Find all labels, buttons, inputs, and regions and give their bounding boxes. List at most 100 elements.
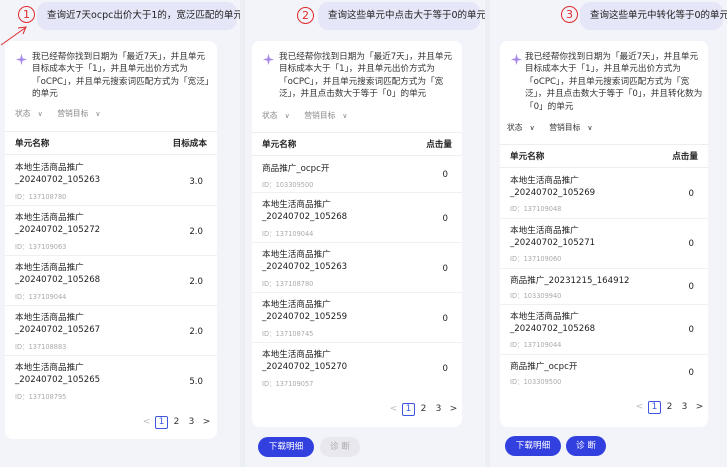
clicks-value: 0: [442, 214, 448, 224]
table-row[interactable]: 本地生活商品推广_20240702_105270 ID：137109057 0: [252, 343, 462, 393]
unit-id: ID：137109057: [262, 380, 314, 388]
user-query-bubble: 查询这些单元中点击大于等于0的单元: [318, 2, 485, 30]
filter-bar: 状态 ∨ 营销目标 ∨: [15, 108, 113, 119]
clicks-value: 0: [688, 368, 694, 378]
unit-id: ID：137108745: [262, 330, 314, 338]
column-header-clicks: 点击量: [426, 140, 452, 150]
unit-id: ID：137109044: [510, 341, 562, 349]
filter-status[interactable]: 状态 ∨: [262, 111, 296, 120]
chevron-down-icon: ∨: [37, 110, 43, 118]
column-header-target-cost: 目标成本: [172, 139, 207, 149]
target-cost-value: 2.0: [189, 327, 203, 337]
filter-marketing-goal[interactable]: 营销目标 ∨: [549, 123, 598, 132]
page-2-button[interactable]: 2: [663, 402, 676, 412]
sparkle-icon: [510, 53, 523, 66]
pagination: <1 2 3 >: [140, 416, 215, 429]
prev-page-button[interactable]: <: [387, 404, 400, 414]
assistant-answer-text: 我已经帮你找到日期为「最近7天」，并且单元目标成本大于「1」，并且单元出价方式为…: [279, 52, 453, 100]
page-1-button[interactable]: 1: [155, 416, 168, 429]
unit-id: ID：137108795: [15, 393, 67, 401]
clicks-value: 0: [688, 325, 694, 335]
table-row[interactable]: 本地生活商品推广_20240702_105259 ID：137108745 0: [252, 293, 462, 343]
unit-name: 本地生活商品推广_20240702_105268: [262, 200, 348, 222]
table-row[interactable]: 本地生活商品推广_20240702_105263 ID：137108780 0: [252, 243, 462, 293]
unit-id: ID：137109060: [510, 255, 562, 263]
unit-id: ID：103309500: [510, 378, 562, 386]
diagnose-button[interactable]: 诊 断: [320, 437, 360, 457]
unit-id: ID：137109044: [262, 230, 314, 238]
unit-name: 商品推广_ocpc开: [262, 164, 330, 174]
assistant-answer-card: 我已经帮你找到日期为「最近7天」，并且单元目标成本大于「1」，并且单元出价方式为…: [252, 41, 462, 427]
download-details-button[interactable]: 下载明细: [258, 437, 314, 457]
sparkle-icon: [15, 53, 28, 66]
step-number-badge: 2: [297, 7, 314, 24]
user-query-bubble: 查询近7天ocpc出价大于1的，宽泛匹配的单元: [37, 2, 240, 30]
unit-id: ID：137108780: [262, 280, 314, 288]
filter-status[interactable]: 状态 ∨: [15, 109, 49, 118]
pagination: <1 2 3 >: [387, 403, 462, 416]
page-1-button[interactable]: 1: [648, 401, 661, 414]
next-page-button[interactable]: >: [200, 417, 213, 427]
table-row[interactable]: 本地生活商品推广_20240702_105268 ID：137109044 0: [500, 305, 708, 355]
column-header-clicks: 点击量: [672, 152, 698, 162]
page-2-button[interactable]: 2: [417, 404, 430, 414]
diagnose-button[interactable]: 诊 断: [566, 436, 606, 456]
filter-status-label: 状态: [507, 123, 523, 132]
page-3-button[interactable]: 3: [432, 404, 445, 414]
table-row[interactable]: 本地生活商品推广_20240702_105269 ID：137109048 0: [500, 169, 708, 219]
unit-id: ID：137109048: [510, 205, 562, 213]
filter-marketing-goal-label: 营销目标: [549, 123, 581, 132]
filter-marketing-goal-label: 营销目标: [57, 109, 89, 118]
unit-name: 本地生活商品推广_20240702_105267: [15, 313, 101, 335]
filter-marketing-goal[interactable]: 营销目标 ∨: [57, 109, 106, 118]
prev-page-button[interactable]: <: [140, 417, 153, 427]
next-page-button[interactable]: >: [447, 404, 460, 414]
unit-name: 本地生活商品推广_20240702_105263: [15, 163, 101, 185]
clicks-value: 0: [442, 364, 448, 374]
unit-id: ID：103309500: [262, 181, 314, 189]
filter-bar: 状态 ∨ 营销目标 ∨: [262, 110, 360, 121]
download-details-button[interactable]: 下载明细: [505, 436, 561, 456]
table-row[interactable]: 本地生活商品推广_20240702_105267 ID：137108883 2.…: [5, 306, 217, 356]
assistant-answer-card: 我已经帮你找到日期为「最近7天」，并且单元目标成本大于「1」，并且单元出价方式为…: [500, 41, 708, 427]
page-3-button[interactable]: 3: [185, 417, 198, 427]
table-row[interactable]: 商品推广_20231215_164912 ID：103309940 0: [500, 269, 708, 305]
panel-step-1: 1 查询近7天ocpc出价大于1的，宽泛匹配的单元 我已经帮你找到日期为「最近7…: [0, 0, 240, 467]
filter-status[interactable]: 状态 ∨: [507, 123, 541, 132]
next-page-button[interactable]: >: [693, 402, 706, 412]
table-header: 单元名称 目标成本: [5, 131, 217, 155]
chevron-down-icon: ∨: [95, 110, 101, 118]
table-row[interactable]: 本地生活商品推广_20240702_105263 ID：137108780 3.…: [5, 156, 217, 206]
table-header: 单元名称 点击量: [252, 132, 462, 156]
table-row[interactable]: 本地生活商品推广_20240702_105268 ID：137109044 0: [252, 193, 462, 243]
unit-id: ID：103309940: [510, 292, 562, 300]
table-row[interactable]: 本地生活商品推广_20240702_105271 ID：137109060 0: [500, 219, 708, 269]
page-1-button[interactable]: 1: [402, 403, 415, 416]
unit-id: ID：137109063: [15, 243, 67, 251]
prev-page-button[interactable]: <: [633, 402, 646, 412]
assistant-answer-text: 我已经帮你找到日期为「最近7天」，并且单元目标成本大于「1」，并且单元出价方式为…: [32, 52, 210, 100]
table-row[interactable]: 本地生活商品推广_20240702_105268 ID：137109044 2.…: [5, 256, 217, 306]
table-header: 单元名称 点击量: [500, 144, 708, 168]
chevron-down-icon: ∨: [342, 112, 348, 120]
unit-name: 商品推广_20231215_164912: [510, 276, 630, 286]
chevron-down-icon: ∨: [587, 124, 593, 132]
unit-id: ID：137108883: [15, 343, 67, 351]
filter-marketing-goal-label: 营销目标: [304, 111, 336, 120]
chevron-down-icon: ∨: [529, 124, 535, 132]
column-header-name: 单元名称: [510, 152, 545, 162]
unit-name: 商品推广_ocpc开: [510, 362, 578, 372]
table-row[interactable]: 商品推广_ocpc开 ID：103309500 0: [252, 157, 462, 193]
clicks-value: 0: [688, 239, 694, 249]
table-row[interactable]: 本地生活商品推广_20240702_105265 ID：137108795 5.…: [5, 356, 217, 406]
page-3-button[interactable]: 3: [678, 402, 691, 412]
filter-marketing-goal[interactable]: 营销目标 ∨: [304, 111, 353, 120]
table-row[interactable]: 本地生活商品推广_20240702_105272 ID：137109063 2.…: [5, 206, 217, 256]
unit-name: 本地生活商品推广_20240702_105268: [15, 263, 101, 285]
table-row[interactable]: 商品推广_ocpc开 ID：103309500 0: [500, 355, 708, 391]
page-2-button[interactable]: 2: [170, 417, 183, 427]
sparkle-icon: [262, 53, 275, 66]
unit-name: 本地生活商品推广_20240702_105270: [262, 350, 348, 372]
column-header-name: 单元名称: [262, 140, 297, 150]
assistant-answer-text: 我已经帮你找到日期为「最近7天」，并且单元目标成本大于「1」，并且单元出价方式为…: [525, 52, 703, 112]
